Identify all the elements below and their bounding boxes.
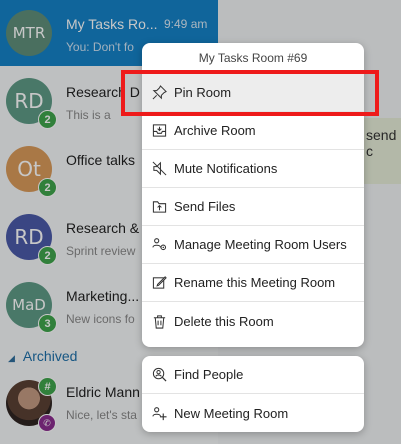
new-meeting-room-item[interactable]: New Meeting Room: [142, 394, 364, 432]
find-people-item[interactable]: Find People: [142, 356, 364, 394]
manage-users-icon: [150, 236, 168, 254]
menu-item-label: Archive Room: [174, 123, 256, 138]
menu-item-label: Rename this Meeting Room: [174, 275, 336, 290]
rename-meeting-room-item[interactable]: Rename this Meeting Room: [142, 264, 364, 302]
find-people-icon: [150, 366, 168, 384]
menu-item-label: New Meeting Room: [174, 405, 289, 421]
archive-icon: [150, 122, 168, 140]
delete-room-item[interactable]: Delete this Room: [142, 302, 364, 340]
trash-icon: [150, 312, 168, 330]
menu-item-label: Find People: [174, 367, 244, 382]
highlight-annotation: [121, 70, 379, 116]
manage-meeting-room-users-item[interactable]: Manage Meeting Room Users: [142, 226, 364, 264]
new-room-icon: [150, 404, 168, 422]
menu-item-label: Mute Notifications: [174, 161, 278, 176]
send-files-icon: [150, 198, 168, 216]
context-menu-secondary: Find People New Meeting Room: [142, 356, 364, 432]
archive-room-item[interactable]: Archive Room: [142, 112, 364, 150]
menu-item-label: Manage Meeting Room Users: [174, 237, 347, 252]
menu-item-label: Delete this Room: [174, 313, 274, 329]
mute-notifications-item[interactable]: Mute Notifications: [142, 150, 364, 188]
mute-icon: [150, 160, 168, 178]
menu-item-label: Send Files: [174, 199, 236, 214]
rename-icon: [150, 274, 168, 292]
send-files-item[interactable]: Send Files: [142, 188, 364, 226]
